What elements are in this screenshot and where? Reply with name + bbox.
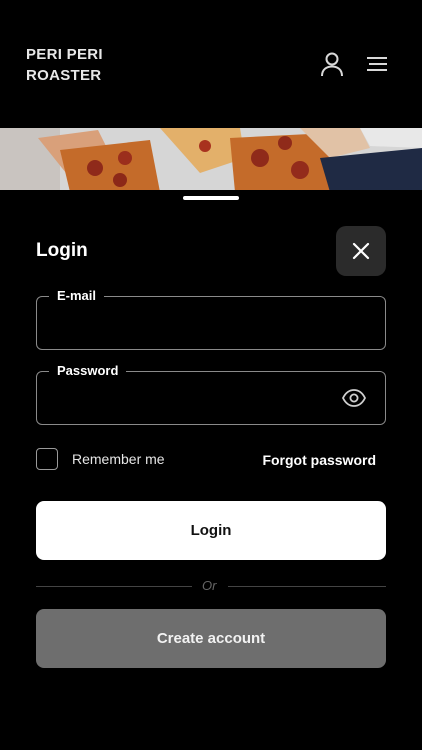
divider-text: Or: [202, 578, 217, 593]
brand-line-2: ROASTER: [26, 67, 102, 84]
email-field: E-mail: [36, 288, 386, 350]
toggle-password-visibility-button[interactable]: [341, 387, 367, 409]
menu-button[interactable]: [364, 52, 390, 76]
remember-me-checkbox[interactable]: [36, 448, 58, 470]
brand-logo[interactable]: PERI PERI ROASTER: [26, 44, 103, 86]
close-icon: [352, 242, 370, 260]
remember-me-row: Remember me: [36, 448, 165, 470]
brand-line-1: PERI PERI: [26, 46, 103, 63]
login-sheet: Login E-mail Password Remember me Forgot…: [0, 190, 422, 750]
password-field: Password: [36, 363, 386, 425]
password-input[interactable]: [49, 386, 319, 412]
create-account-button[interactable]: Create account: [36, 609, 386, 668]
divider-line-right: [228, 586, 386, 587]
password-label: Password: [49, 363, 127, 378]
hamburger-menu-icon: [367, 57, 387, 71]
hero-banner-image: [0, 128, 422, 192]
login-title: Login: [36, 240, 88, 261]
close-button[interactable]: [336, 226, 386, 276]
forgot-password-link[interactable]: Forgot password: [262, 452, 376, 468]
email-input[interactable]: [49, 311, 319, 337]
app-header: PERI PERI ROASTER: [0, 0, 422, 128]
eye-icon: [341, 389, 367, 407]
or-divider: Or: [36, 576, 386, 596]
sheet-drag-handle[interactable]: [183, 196, 239, 200]
email-label: E-mail: [49, 288, 105, 303]
user-icon: [321, 52, 343, 77]
remember-me-label[interactable]: Remember me: [72, 451, 165, 467]
divider-line-left: [36, 586, 192, 587]
pizza-illustration: [0, 128, 422, 192]
login-button[interactable]: Login: [36, 501, 386, 560]
account-button[interactable]: [318, 50, 346, 78]
